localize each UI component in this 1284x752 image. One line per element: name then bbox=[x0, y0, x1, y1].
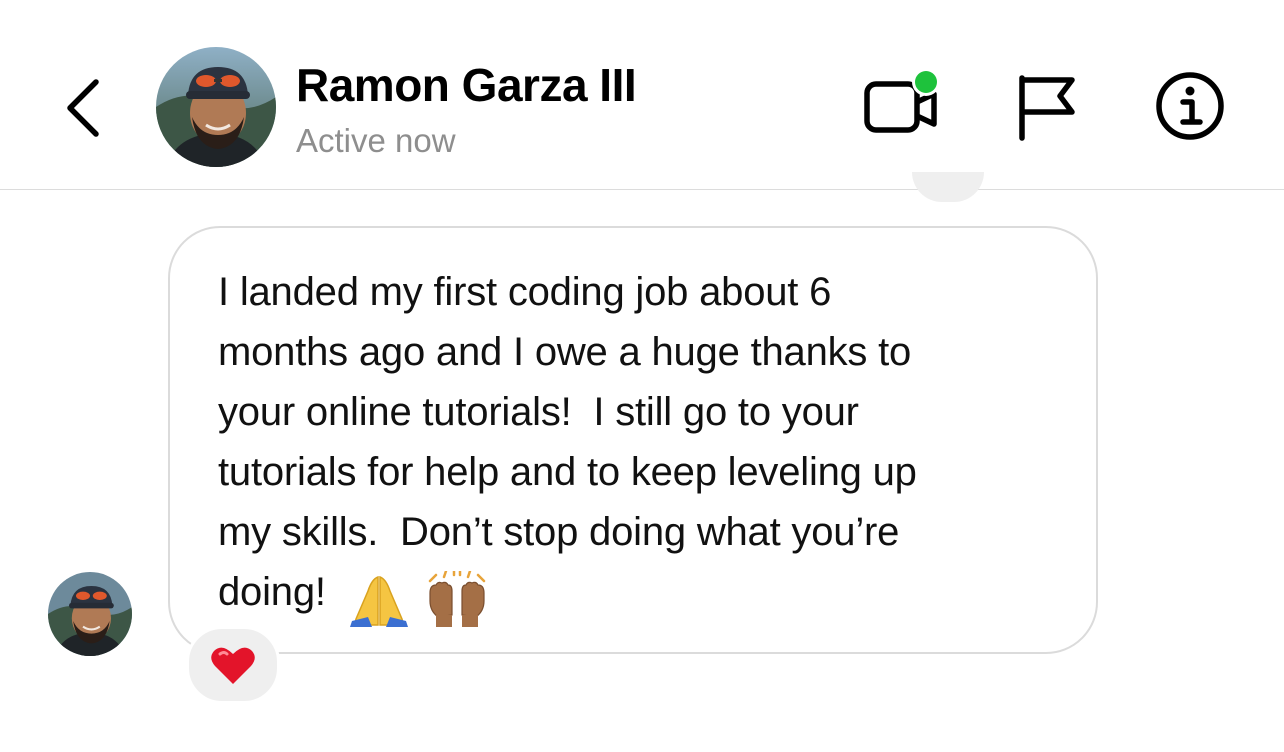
video-call-button[interactable] bbox=[860, 66, 944, 140]
raising-hands-emoji bbox=[428, 571, 486, 628]
contact-avatar[interactable] bbox=[156, 47, 276, 167]
message-bubble[interactable]: I landed my first coding job about 6 mon… bbox=[168, 226, 1098, 654]
message-emojis bbox=[348, 568, 490, 629]
heart-reaction[interactable] bbox=[186, 626, 280, 704]
back-button[interactable] bbox=[56, 70, 112, 142]
avatar-photo bbox=[48, 572, 132, 656]
red-heart-emoji bbox=[211, 647, 255, 684]
active-status: Active now bbox=[296, 122, 456, 159]
info-button[interactable] bbox=[1150, 66, 1230, 146]
previous-message-bubble bbox=[912, 172, 984, 202]
chat-screen: Ramon Garza III Active now I landed my f… bbox=[0, 0, 1284, 752]
avatar-photo bbox=[156, 47, 276, 167]
report-button[interactable] bbox=[1014, 70, 1080, 142]
folded-hands-emoji bbox=[349, 576, 408, 628]
video-call-icon bbox=[864, 68, 940, 133]
contact-name[interactable]: Ramon Garza III bbox=[296, 58, 637, 112]
sender-avatar[interactable] bbox=[48, 572, 132, 656]
message-text: I landed my first coding job about 6 mon… bbox=[218, 270, 917, 614]
flag-icon bbox=[1019, 75, 1075, 141]
info-icon bbox=[1156, 72, 1224, 140]
chat-header: Ramon Garza III Active now bbox=[0, 0, 1284, 190]
chevron-left-icon bbox=[67, 79, 99, 137]
online-indicator bbox=[915, 71, 937, 93]
